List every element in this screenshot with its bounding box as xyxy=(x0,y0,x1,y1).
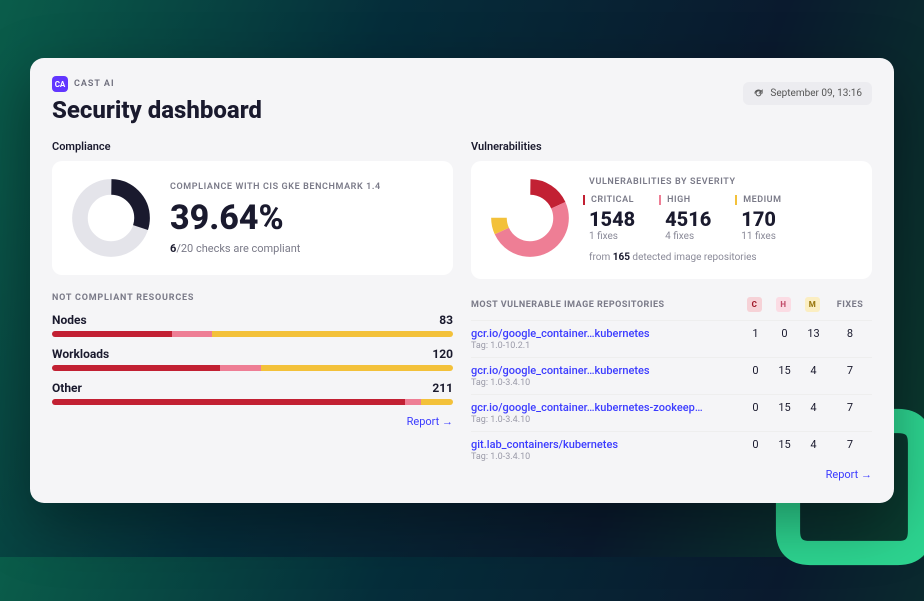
resource-name: Workloads xyxy=(52,347,109,361)
repo-fixes: 7 xyxy=(828,438,872,451)
dashboard-card: CA CAST AI Security dashboard September … xyxy=(30,58,894,503)
resource-row: Other 211 xyxy=(52,381,453,405)
severity-count: 1548 xyxy=(589,207,635,231)
chip-medium: M xyxy=(805,297,820,312)
repo-medium: 4 xyxy=(799,364,828,377)
repo-tag: Tag: 1.0-3.4.10 xyxy=(471,415,741,425)
severity-count: 170 xyxy=(741,207,781,231)
refresh-timestamp: September 09, 13:16 xyxy=(770,88,862,99)
refresh-button[interactable]: September 09, 13:16 xyxy=(743,82,872,105)
repo-tag: Tag: 1.0-3.4.10 xyxy=(471,378,741,388)
repo-fixes: 7 xyxy=(828,401,872,414)
severity-stat: CRITICAL15481 fixes xyxy=(589,195,649,242)
repo-critical: 1 xyxy=(741,327,770,340)
resource-count: 83 xyxy=(439,313,453,327)
resource-name: Other xyxy=(52,381,82,395)
repo-high: 15 xyxy=(770,401,799,414)
repo-medium: 4 xyxy=(799,401,828,414)
repo-link[interactable]: gcr.io/google_container…kubernetes xyxy=(471,327,741,340)
severity-stat: MEDIUM 17011 fixes xyxy=(725,195,795,242)
repos-label: MOST VULNERABLE IMAGE REPOSITORIES xyxy=(471,300,665,310)
severity-stat: HIGH 45164 fixes xyxy=(649,195,725,242)
chip-critical: C xyxy=(747,297,762,312)
resource-bar xyxy=(52,331,453,337)
repo-link[interactable]: gcr.io/google_container…kubernetes xyxy=(471,364,741,377)
resource-name: Nodes xyxy=(52,313,87,327)
compliance-percent: 39.64% xyxy=(170,198,381,238)
resource-count: 120 xyxy=(432,347,453,361)
page-title: Security dashboard xyxy=(52,96,262,124)
repo-critical: 0 xyxy=(741,438,770,451)
refresh-icon xyxy=(753,88,764,99)
fixes-column-header: FIXES xyxy=(828,300,872,310)
repo-critical: 0 xyxy=(741,401,770,414)
repo-fixes: 8 xyxy=(828,327,872,340)
repo-row: gcr.io/google_container…kubernetes-zooke… xyxy=(471,394,872,431)
repos-header: MOST VULNERABLE IMAGE REPOSITORIES C H M… xyxy=(471,297,872,312)
repo-row: git.lab_containers/kubernetesTag: 1.0-3.… xyxy=(471,431,872,468)
severity-fixes: 1 fixes xyxy=(589,231,635,242)
vulnerabilities-subtitle: VULNERABILITIES BY SEVERITY xyxy=(589,177,854,187)
repo-medium: 13 xyxy=(799,327,828,340)
repo-row: gcr.io/google_container…kubernetesTag: 1… xyxy=(471,357,872,394)
severity-label: MEDIUM xyxy=(735,195,781,205)
repo-high: 15 xyxy=(770,364,799,377)
severity-count: 4516 xyxy=(665,207,711,231)
repo-tag: Tag: 1.0-3.4.10 xyxy=(471,452,741,462)
compliance-panel: COMPLIANCE WITH CIS GKE BENCHMARK 1.4 39… xyxy=(52,161,453,275)
repo-fixes: 7 xyxy=(828,364,872,377)
brand-text: CAST AI xyxy=(74,79,115,89)
compliance-column: Compliance COMPLIANCE WITH CIS GKE BENCH… xyxy=(52,140,453,481)
repo-critical: 0 xyxy=(741,364,770,377)
vulnerabilities-donut xyxy=(489,177,571,259)
compliance-subtitle: COMPLIANCE WITH CIS GKE BENCHMARK 1.4 xyxy=(170,182,381,192)
brand-row: CA CAST AI xyxy=(52,76,262,92)
non-compliant-label: NOT COMPLIANT RESOURCES xyxy=(52,293,453,303)
severity-label: CRITICAL xyxy=(583,195,635,205)
repo-medium: 4 xyxy=(799,438,828,451)
resource-bar xyxy=(52,399,453,405)
chip-high: H xyxy=(776,297,791,312)
vulnerabilities-report-link[interactable]: Report xyxy=(471,468,872,481)
brand-badge: CA xyxy=(52,76,68,92)
resource-count: 211 xyxy=(432,381,453,395)
repo-link[interactable]: git.lab_containers/kubernetes xyxy=(471,438,741,451)
compliance-donut xyxy=(70,177,152,259)
vulnerabilities-section-label: Vulnerabilities xyxy=(471,140,872,153)
resource-bar xyxy=(52,365,453,371)
severity-fixes: 11 fixes xyxy=(741,231,781,242)
compliance-section-label: Compliance xyxy=(52,140,453,153)
vulnerabilities-column: Vulnerabilities VULNERABILITIES BY SEVER… xyxy=(471,140,872,481)
repo-high: 15 xyxy=(770,438,799,451)
repo-row: gcr.io/google_container…kubernetesTag: 1… xyxy=(471,320,872,357)
resource-row: Nodes 83 xyxy=(52,313,453,337)
compliance-checks: 6/20 checks are compliant xyxy=(170,242,381,255)
repo-high: 0 xyxy=(770,327,799,340)
severity-fixes: 4 fixes xyxy=(665,231,711,242)
severity-label: HIGH xyxy=(659,195,711,205)
vulnerabilities-footer: from 165 detected image repositories xyxy=(589,252,854,263)
vulnerabilities-panel: VULNERABILITIES BY SEVERITY CRITICAL1548… xyxy=(471,161,872,279)
repo-tag: Tag: 1.0-10.2.1 xyxy=(471,341,741,351)
compliance-report-link[interactable]: Report xyxy=(52,415,453,428)
repo-link[interactable]: gcr.io/google_container…kubernetes-zooke… xyxy=(471,401,741,414)
resource-row: Workloads 120 xyxy=(52,347,453,371)
